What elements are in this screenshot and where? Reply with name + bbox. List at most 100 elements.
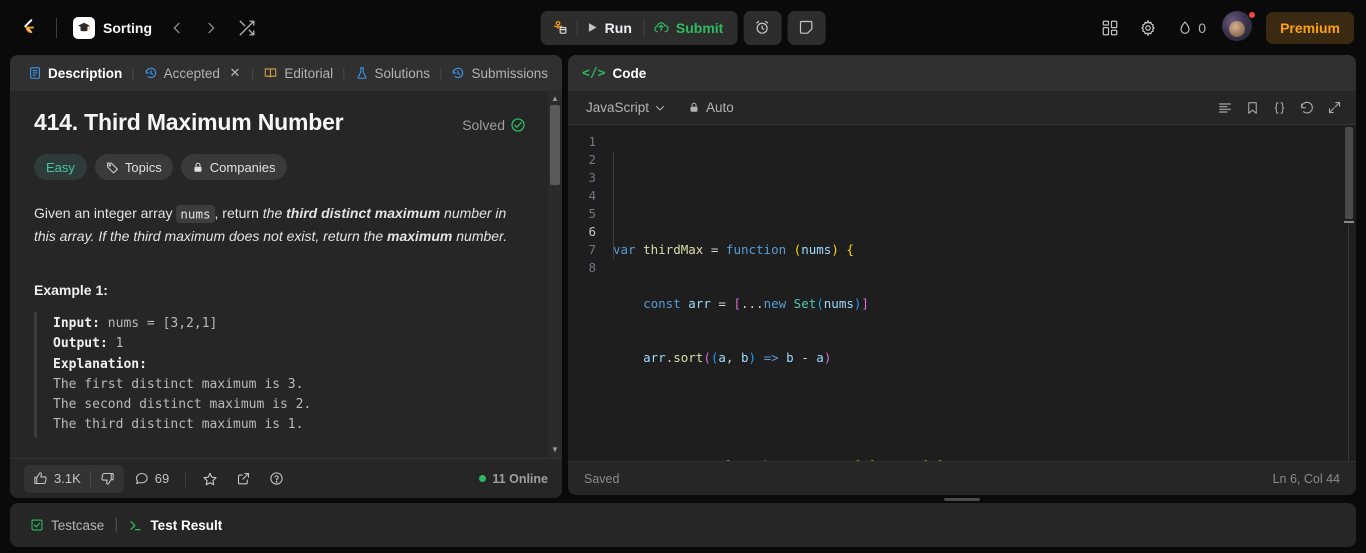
comment-count: 69 [154, 471, 170, 486]
tab-label: Solutions [374, 65, 431, 81]
main-content: Description | Accepted ✕ | Editorial | S… [0, 55, 1366, 503]
timer-group [743, 10, 782, 45]
online-dot [479, 475, 487, 482]
navbar-left-group: Sorting [12, 11, 262, 45]
editor-scroll-line [1348, 225, 1349, 461]
auto-lock-toggle[interactable]: Auto [688, 100, 734, 115]
upvote-button[interactable]: 3.1K [24, 465, 90, 493]
code-editor[interactable]: 1 2 3 4 5 6 7 8 var thirdMax = function … [568, 125, 1356, 461]
lock-icon [688, 101, 700, 114]
scroll-up-arrow-icon[interactable]: ▲ [551, 93, 559, 105]
reset-undo-icon[interactable] [1299, 100, 1315, 116]
top-navbar: Sorting Run Submit 0 Premium [0, 0, 1366, 55]
code-tabbar: </> Code [568, 55, 1356, 91]
format-lines-icon[interactable] [1217, 100, 1233, 116]
debug-group: Run Submit [540, 10, 738, 45]
code-text-area[interactable]: var thirdMax = function (nums) { const a… [606, 125, 1356, 461]
statement-em-1: the [262, 205, 287, 221]
avatar-button[interactable] [1222, 10, 1257, 45]
description-scrollbar[interactable]: ▲ ▼ [548, 91, 562, 458]
help-button[interactable] [261, 465, 292, 493]
timer-button[interactable] [745, 13, 779, 43]
difficulty-badge[interactable]: Easy [34, 154, 87, 180]
debug-button[interactable] [543, 13, 577, 43]
tab-accepted[interactable]: Accepted ✕ [136, 55, 250, 91]
flask-icon [355, 66, 369, 80]
prev-problem-button[interactable] [162, 13, 192, 43]
line-number-active: 6 [588, 224, 596, 239]
auto-label: Auto [706, 100, 734, 115]
close-icon[interactable]: ✕ [228, 65, 242, 81]
run-button[interactable]: Run [578, 13, 644, 43]
share-button[interactable] [228, 465, 259, 493]
problem-statement: Given an integer array nums, return the … [34, 202, 526, 247]
topics-badge[interactable]: Topics [94, 154, 173, 180]
streak-button[interactable]: 0 [1169, 11, 1214, 45]
example-input-value: nums = [3,2,1] [99, 316, 218, 332]
apps-button[interactable] [1093, 11, 1127, 45]
submit-button[interactable]: Submit [645, 13, 735, 43]
line-number: 7 [588, 242, 596, 257]
curly-braces-icon[interactable] [1272, 100, 1287, 116]
tab-label: Description [48, 65, 123, 81]
bookmark-icon[interactable] [1245, 100, 1260, 116]
editor-scrollbar-thumb[interactable] [1345, 127, 1353, 219]
line-number: 5 [588, 206, 596, 221]
example-title: Example 1: [34, 282, 108, 299]
tab-separator: | [114, 516, 119, 533]
footer-separator [185, 470, 187, 487]
page-title: 414. Third Maximum Number [34, 109, 344, 135]
scroll-down-arrow-icon[interactable]: ▼ [551, 444, 559, 456]
next-problem-button[interactable] [196, 13, 226, 43]
settings-button[interactable] [1131, 11, 1165, 45]
editor-scrollbar[interactable] [1344, 125, 1354, 461]
leetcode-logo-icon [18, 17, 40, 39]
companies-badge[interactable]: Companies [180, 154, 287, 180]
expand-fullscreen-icon[interactable] [1327, 100, 1342, 115]
tab-label: Editorial [284, 65, 334, 81]
tab-testcase[interactable]: Testcase [24, 518, 110, 533]
line-number: 2 [588, 152, 596, 167]
code-language-bar: JavaScript Auto [568, 91, 1356, 125]
scrollbar-track[interactable] [550, 105, 560, 444]
solved-label: Solved [462, 117, 505, 133]
language-selector[interactable]: JavaScript [582, 98, 670, 117]
play-icon [586, 21, 599, 34]
leetcode-logo-button[interactable] [12, 11, 46, 45]
document-icon [28, 66, 42, 80]
example-output-value: 1 [107, 336, 124, 352]
note-group [787, 10, 826, 45]
tab-label: Test Result [150, 517, 223, 533]
indent-guide [613, 151, 614, 259]
check-circle-icon [510, 117, 526, 133]
premium-button[interactable]: Premium [1266, 11, 1354, 44]
tab-label: Code [612, 65, 647, 81]
share-icon [236, 471, 251, 486]
description-panel: Description | Accepted ✕ | Editorial | S… [10, 55, 562, 498]
study-plan-chip[interactable]: Sorting [67, 13, 158, 43]
tab-description[interactable]: Description [20, 55, 130, 91]
downvote-button[interactable] [91, 471, 124, 486]
statement-part-1: Given an integer array [34, 205, 177, 221]
comments-button[interactable]: 69 [126, 465, 177, 493]
statement-strong-2: maximum [387, 227, 453, 244]
tab-editorial[interactable]: Editorial [255, 55, 341, 91]
language-label: JavaScript [586, 100, 650, 115]
shuffle-icon[interactable] [232, 13, 262, 43]
history-icon [144, 66, 158, 80]
problem-badges: Easy Topics Companies [34, 154, 526, 180]
tab-submissions[interactable]: Submissions [443, 55, 556, 91]
gear-icon [1139, 19, 1157, 37]
tab-test-result[interactable]: Test Result [122, 518, 228, 533]
note-button[interactable] [789, 13, 823, 43]
editor-scroll-marker [1344, 221, 1354, 223]
upvote-count: 3.1K [54, 471, 81, 486]
tab-code[interactable]: </> Code [582, 66, 646, 81]
code-line-6: return arr.length >= 3 ? arr[2] : arr[0] [606, 457, 1356, 461]
tab-solutions[interactable]: Solutions [347, 55, 439, 91]
scrollbar-thumb[interactable] [550, 105, 560, 185]
panel-resize-handle[interactable] [568, 495, 1356, 503]
favorite-button[interactable] [194, 465, 226, 493]
